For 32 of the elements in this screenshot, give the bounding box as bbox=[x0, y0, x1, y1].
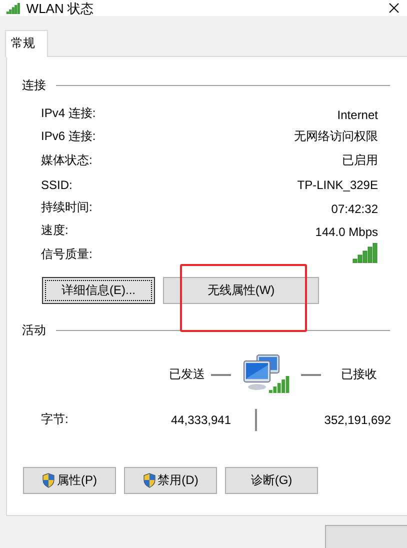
sent-label: 已发送 bbox=[169, 366, 205, 383]
field-value: 144.0 Mbps bbox=[315, 225, 378, 239]
tab[interactable]: 常规 bbox=[5, 30, 48, 57]
window-title: WLAN 状态 bbox=[26, 0, 94, 16]
field-label: 信号质量: bbox=[41, 246, 92, 262]
shield-icon bbox=[42, 472, 55, 488]
bytes-received: 352,191,692 bbox=[324, 412, 391, 426]
wifi-signal-icon bbox=[6, 2, 20, 14]
close-icon[interactable] bbox=[389, 3, 399, 13]
section-heading: 活动 bbox=[22, 322, 46, 338]
field-label: 媒体状态: bbox=[41, 152, 92, 168]
section-heading: 连接 bbox=[22, 77, 46, 94]
field-label: 速度: bbox=[41, 222, 68, 239]
shield-icon bbox=[142, 472, 156, 488]
dialog-button[interactable]: 属性(P) bbox=[23, 466, 116, 494]
wireless-properties-button[interactable]: 无线属性(W) bbox=[163, 276, 319, 304]
received-label: 已接收 bbox=[341, 366, 377, 383]
details-button[interactable]: 详细信息(E)... bbox=[42, 276, 155, 304]
field-label: IPv4 连接: bbox=[41, 104, 96, 122]
field-value: 07:42:32 bbox=[331, 202, 378, 216]
field-label: SSID: bbox=[41, 178, 72, 192]
field-label: 持续时间: bbox=[41, 198, 92, 216]
field-label: IPv6 连接: bbox=[41, 128, 96, 145]
field-value: 无网络访问权限 bbox=[294, 128, 378, 145]
field-value: 已启用 bbox=[342, 152, 378, 168]
dialog-button[interactable]: 诊断(G) bbox=[225, 466, 318, 494]
dialog-button[interactable]: 禁用(D) bbox=[124, 466, 217, 494]
field-value: Internet bbox=[337, 108, 378, 122]
bytes-sent: 44,333,941 bbox=[170, 412, 231, 426]
field-value: TP-LINK_329E bbox=[297, 178, 378, 192]
signal-strength-icon bbox=[352, 242, 378, 262]
bytes-label: 字节: bbox=[41, 411, 70, 428]
